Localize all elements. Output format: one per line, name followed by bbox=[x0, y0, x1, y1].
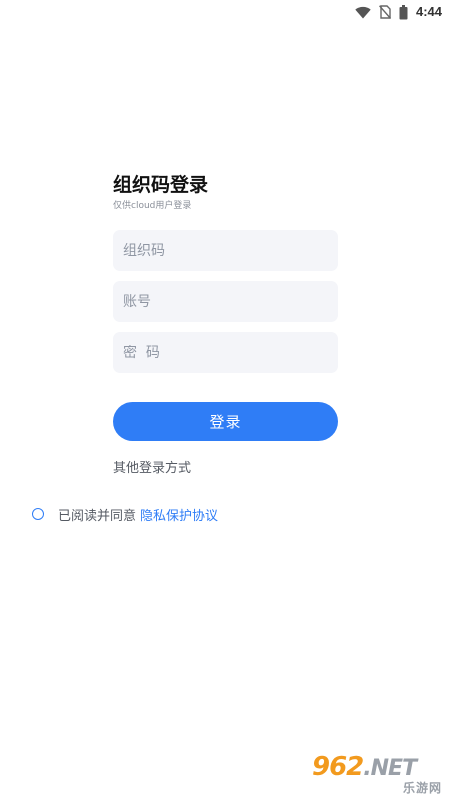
watermark-main: 962.NET bbox=[312, 752, 417, 784]
page-subtitle: 仅供cloud用户登录 bbox=[113, 201, 192, 211]
status-time: 4:44 bbox=[415, 4, 442, 19]
org-code-field bbox=[113, 230, 338, 271]
status-bar: 4:44 bbox=[0, 0, 450, 24]
org-code-input[interactable] bbox=[123, 242, 328, 259]
watermark-suffix: .NET bbox=[363, 756, 417, 781]
status-icons: 4:44 bbox=[355, 3, 442, 21]
agreement-radio[interactable] bbox=[32, 508, 44, 520]
battery-icon bbox=[399, 4, 408, 19]
login-button[interactable]: 登录 bbox=[113, 402, 338, 441]
login-form: 组织码登录 仅供cloud用户登录 登录 其他登录方式 bbox=[113, 172, 338, 478]
watermark-number: 962 bbox=[312, 752, 364, 782]
privacy-policy-link[interactable]: 隐私保护协议 bbox=[140, 505, 218, 524]
password-input[interactable] bbox=[123, 344, 328, 361]
watermark-logo: 962.NET 乐游网 bbox=[312, 752, 446, 796]
page-title: 组织码登录 bbox=[113, 174, 209, 196]
no-sim-icon bbox=[378, 5, 391, 19]
other-login-link[interactable]: 其他登录方式 bbox=[113, 460, 191, 478]
account-input[interactable] bbox=[123, 293, 328, 310]
watermark-sub: 乐游网 bbox=[402, 781, 442, 795]
wifi-icon bbox=[355, 6, 371, 19]
agreement-row: 已阅读并同意 隐私保护协议 bbox=[32, 505, 218, 524]
agreement-text: 已阅读并同意 bbox=[58, 508, 137, 524]
password-field bbox=[113, 332, 338, 373]
account-field bbox=[113, 281, 338, 322]
